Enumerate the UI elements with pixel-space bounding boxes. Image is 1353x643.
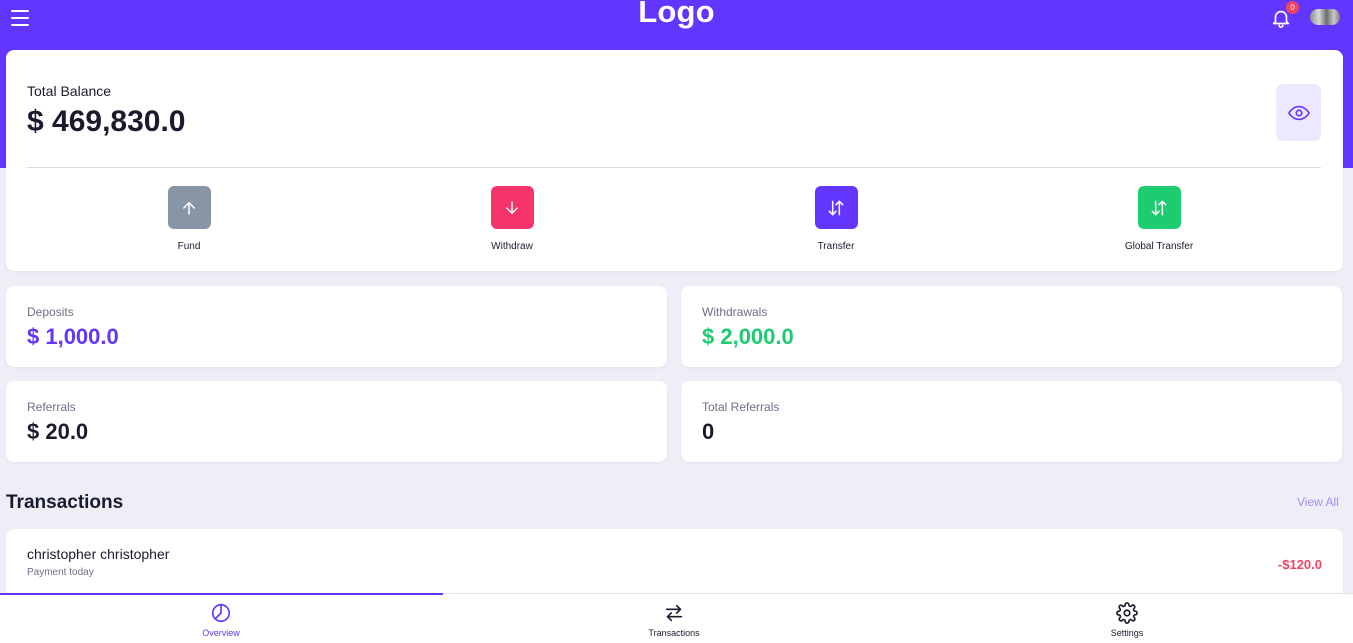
deposits-label: Deposits bbox=[27, 305, 74, 319]
toggle-balance-button[interactable] bbox=[1276, 84, 1321, 141]
withdraw-icon-box bbox=[490, 186, 534, 229]
balance-card: Total Balance $ 469,830.0 Fund Withdraw … bbox=[6, 50, 1343, 271]
total-referrals-label: Total Referrals bbox=[702, 400, 780, 414]
withdrawals-card: Withdrawals $ 2,000.0 bbox=[681, 286, 1342, 367]
app-header: Logo 0 bbox=[0, 0, 1353, 40]
transaction-subtitle: Payment today bbox=[27, 567, 94, 578]
pie-chart-icon bbox=[211, 603, 231, 623]
transaction-name: christopher christopher bbox=[27, 546, 170, 562]
transfer-arrows-icon bbox=[1151, 200, 1167, 215]
transaction-amount: -$120.0 bbox=[1277, 557, 1322, 572]
nav-settings-label: Settings bbox=[1110, 628, 1144, 638]
deposits-card: Deposits $ 1,000.0 bbox=[6, 286, 667, 367]
swap-icon bbox=[665, 604, 683, 622]
global-transfer-label: Global Transfer bbox=[1124, 241, 1194, 252]
referrals-label: Referrals bbox=[27, 400, 76, 414]
balance-label: Total Balance bbox=[27, 83, 112, 99]
global-transfer-icon-box bbox=[1137, 186, 1181, 229]
fund-label: Fund bbox=[177, 241, 201, 252]
transfer-icon-box bbox=[814, 186, 858, 229]
total-referrals-value: 0 bbox=[702, 419, 715, 444]
nav-overview-label: Overview bbox=[202, 628, 240, 638]
logo: Logo bbox=[638, 0, 715, 29]
arrow-down-icon bbox=[506, 200, 518, 214]
withdraw-label: Withdraw bbox=[491, 241, 533, 252]
global-transfer-button[interactable]: Global Transfer bbox=[1079, 186, 1239, 252]
active-tab-indicator bbox=[0, 593, 443, 595]
transfer-label: Transfer bbox=[817, 241, 855, 252]
arrow-up-icon bbox=[183, 201, 195, 215]
transaction-item[interactable]: christopher christopher Payment today -$… bbox=[6, 529, 1343, 599]
nav-transactions[interactable]: Transactions bbox=[614, 602, 734, 638]
referrals-value: $ 20.0 bbox=[27, 419, 89, 444]
fund-icon-box bbox=[167, 186, 211, 229]
total-referrals-card: Total Referrals 0 bbox=[681, 381, 1342, 462]
avatar[interactable] bbox=[1310, 9, 1340, 25]
transactions-title: Transactions bbox=[6, 492, 124, 513]
eye-icon bbox=[1287, 105, 1310, 120]
balance-value: $ 469,830.0 bbox=[27, 105, 186, 138]
withdrawals-label: Withdrawals bbox=[702, 305, 768, 319]
referrals-card: Referrals $ 20.0 bbox=[6, 381, 667, 462]
divider bbox=[27, 167, 1321, 168]
bottom-nav: Overview Transactions Settings bbox=[0, 593, 1353, 643]
fund-button[interactable]: Fund bbox=[109, 186, 269, 252]
nav-overview[interactable]: Overview bbox=[161, 602, 281, 638]
notification-badge: 0 bbox=[1286, 1, 1299, 14]
gear-icon bbox=[1116, 602, 1138, 624]
withdrawals-value: $ 2,000.0 bbox=[702, 324, 794, 349]
withdraw-button[interactable]: Withdraw bbox=[432, 186, 592, 252]
nav-transactions-label: Transactions bbox=[648, 628, 700, 638]
deposits-value: $ 1,000.0 bbox=[27, 324, 119, 349]
transfer-arrows-icon bbox=[828, 200, 844, 215]
nav-settings[interactable]: Settings bbox=[1067, 602, 1187, 638]
transfer-button[interactable]: Transfer bbox=[756, 186, 916, 252]
view-all-link[interactable]: View All bbox=[1297, 495, 1339, 509]
